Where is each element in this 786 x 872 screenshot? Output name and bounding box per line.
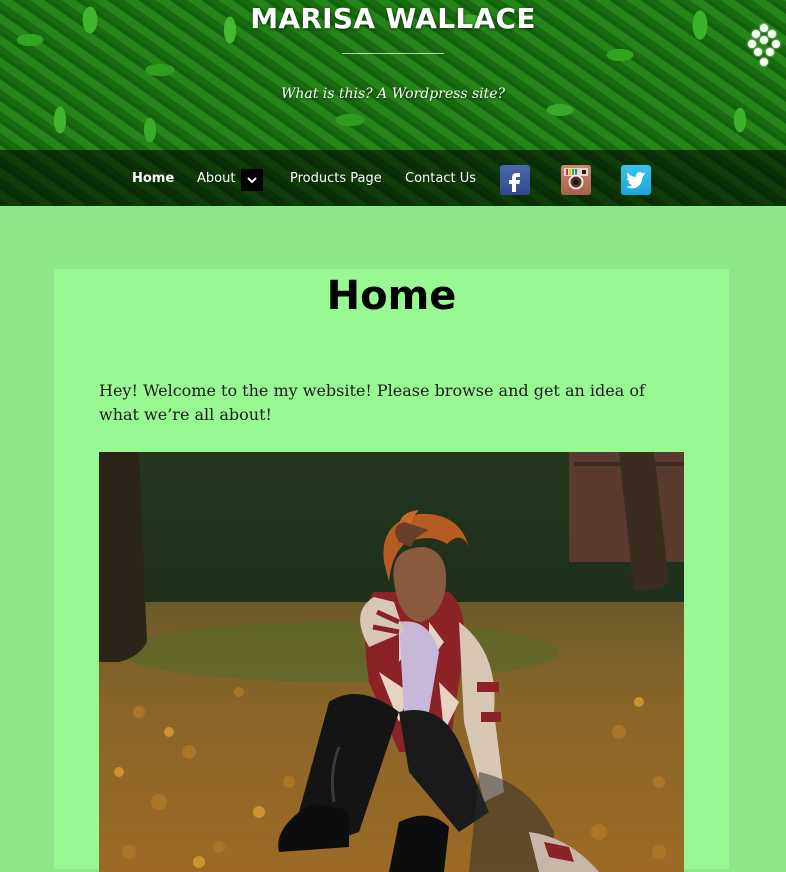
title-divider bbox=[342, 53, 444, 54]
featured-photo bbox=[99, 452, 684, 872]
twitter-link[interactable] bbox=[621, 165, 651, 195]
nav-item-products-page[interactable]: Products Page bbox=[290, 171, 382, 186]
intro-paragraph: Hey! Welcome to the my website! Please b… bbox=[99, 381, 645, 424]
facebook-icon bbox=[509, 173, 520, 192]
instagram-icon bbox=[564, 168, 588, 190]
page-title: Home bbox=[326, 273, 457, 319]
twitter-icon bbox=[626, 172, 646, 189]
nav-item-about[interactable]: About bbox=[197, 171, 235, 186]
site-tagline: What is this? A Wordpress site? bbox=[280, 86, 506, 102]
instagram-link[interactable] bbox=[561, 165, 591, 195]
nav-item-contact-us[interactable]: Contact Us bbox=[405, 171, 476, 186]
facebook-link[interactable] bbox=[500, 165, 530, 195]
woman-sitting-in-leaves-image bbox=[99, 452, 684, 872]
chevron-down-icon bbox=[247, 177, 257, 184]
main-navigation: Home About Products Page Contact Us bbox=[0, 150, 786, 206]
about-submenu-toggle[interactable] bbox=[241, 169, 263, 191]
site-header: MARISA WALLACE What is this? A Wordpress… bbox=[0, 0, 786, 206]
page-content: Home Hey! Welcome to the my website! Ple… bbox=[54, 269, 729, 872]
site-title[interactable]: MARISA WALLACE bbox=[0, 2, 786, 35]
nav-item-home[interactable]: Home bbox=[132, 171, 174, 186]
